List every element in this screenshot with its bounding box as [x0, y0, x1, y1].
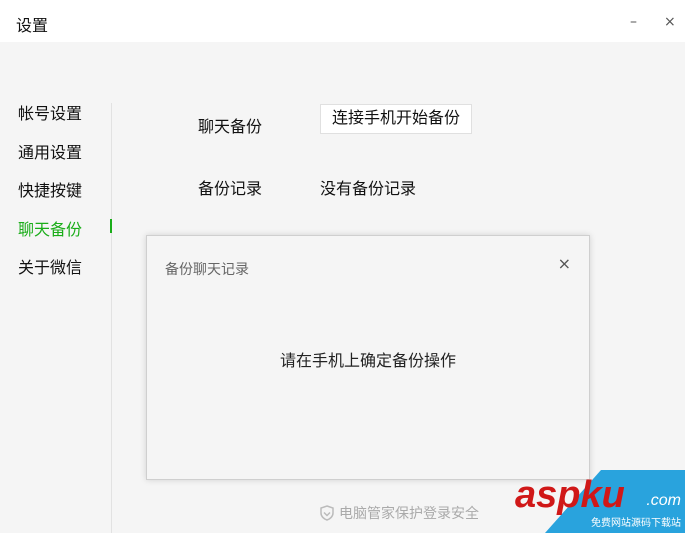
sidebar-item-account[interactable]: 帐号设置 — [18, 100, 82, 139]
record-label: 备份记录 — [198, 179, 263, 198]
close-button[interactable]: × — [664, 14, 676, 30]
backup-label: 聊天备份 — [198, 117, 263, 136]
watermark-brand: aspku — [515, 474, 625, 516]
dialog-title: 备份聊天记录 — [165, 262, 249, 278]
sidebar-item-about[interactable]: 关于微信 — [18, 254, 82, 293]
record-value: 没有备份记录 — [320, 179, 417, 198]
connect-phone-backup-button[interactable]: 连接手机开始备份 — [320, 104, 473, 134]
sidebar-item-general[interactable]: 通用设置 — [18, 139, 82, 178]
dialog-close-button[interactable]: × — [558, 254, 571, 273]
sidebar: 帐号设置 通用设置 快捷按键 聊天备份 关于微信 — [18, 100, 82, 293]
security-footer: 电脑管家保护登录安全 — [318, 503, 479, 523]
minimize-button[interactable]: – — [630, 14, 637, 30]
watermark-domain: .com — [646, 492, 681, 509]
window-title: 设置 — [16, 16, 49, 35]
watermark-tagline: 免费网站源码下载站 — [591, 518, 681, 529]
sidebar-item-shortcuts[interactable]: 快捷按键 — [18, 177, 82, 216]
title-bar: 设置 – × — [0, 0, 685, 42]
sidebar-item-chat-backup[interactable]: 聊天备份 — [18, 216, 82, 255]
footer-text: 电脑管家保护登录安全 — [339, 506, 479, 522]
sidebar-divider — [111, 103, 112, 533]
active-indicator — [110, 219, 112, 233]
watermark: aspku .com 免费网站源码下载站 — [515, 470, 685, 533]
shield-icon — [320, 505, 334, 521]
dialog-message: 请在手机上确定备份操作 — [279, 351, 456, 370]
backup-dialog: 备份聊天记录 × 请在手机上确定备份操作 — [146, 235, 590, 480]
